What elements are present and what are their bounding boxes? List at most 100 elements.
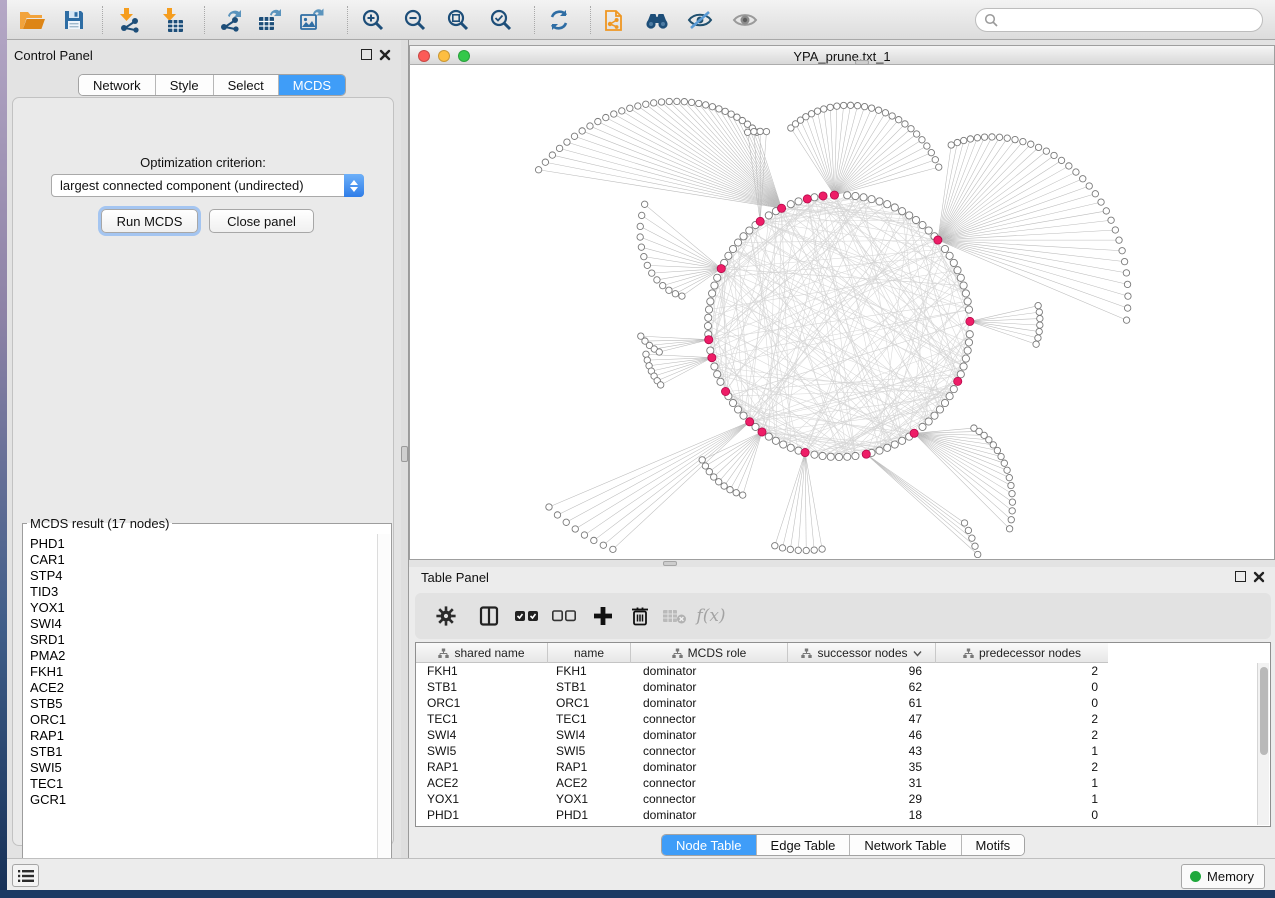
- mcds-result-list[interactable]: PHD1CAR1STP4TID3YOX1SWI4SRD1PMA2FKH1ACE2…: [24, 534, 377, 887]
- cell-predecessor-nodes[interactable]: 2: [936, 759, 1108, 775]
- cell-mcds-role[interactable]: dominator: [631, 695, 788, 711]
- cell-name[interactable]: PHD1: [548, 807, 631, 823]
- cell-name[interactable]: YOX1: [548, 791, 631, 807]
- cell-mcds-role[interactable]: connector: [631, 711, 788, 727]
- cell-mcds-role[interactable]: dominator: [631, 759, 788, 775]
- mcds-result-node[interactable]: STB5: [30, 696, 377, 712]
- show-all-eye-icon[interactable]: [727, 4, 763, 36]
- table-scrollbar[interactable]: [1257, 663, 1269, 825]
- table-row[interactable]: RAP1 RAP1 dominator 35 2: [416, 759, 1108, 775]
- cell-successor-nodes[interactable]: 47: [788, 711, 936, 727]
- cell-predecessor-nodes[interactable]: 2: [936, 711, 1108, 727]
- cell-shared-name[interactable]: RAP1: [416, 759, 548, 775]
- cell-predecessor-nodes[interactable]: 1: [936, 743, 1108, 759]
- cell-shared-name[interactable]: SWI5: [416, 743, 548, 759]
- mcds-result-node[interactable]: PMA2: [30, 648, 377, 664]
- cell-mcds-role[interactable]: dominator: [631, 663, 788, 679]
- cell-successor-nodes[interactable]: 29: [788, 791, 936, 807]
- mcds-result-node[interactable]: FKH1: [30, 664, 377, 680]
- import-network-icon[interactable]: [111, 4, 147, 36]
- mcds-result-node[interactable]: TEC1: [30, 776, 377, 792]
- cell-name[interactable]: STB1: [548, 679, 631, 695]
- cell-predecessor-nodes[interactable]: 0: [936, 807, 1108, 823]
- cell-shared-name[interactable]: FKH1: [416, 663, 548, 679]
- tab-network[interactable]: Network: [79, 75, 156, 95]
- cell-predecessor-nodes[interactable]: 1: [936, 791, 1108, 807]
- table-row[interactable]: PHD1 PHD1 dominator 18 0: [416, 807, 1108, 823]
- table-scrollbar-thumb[interactable]: [1260, 667, 1268, 755]
- column-header-predecessor-nodes[interactable]: predecessor nodes: [936, 643, 1108, 663]
- table-row[interactable]: TEC1 TEC1 connector 47 2: [416, 711, 1108, 727]
- table-settings-gear-icon[interactable]: [430, 600, 462, 632]
- column-header-name[interactable]: name: [548, 643, 631, 663]
- collapse-nub[interactable]: [855, 60, 869, 65]
- tab-select[interactable]: Select: [214, 75, 279, 95]
- criterion-dropdown[interactable]: largest connected component (undirected): [51, 174, 364, 197]
- import-table-icon[interactable]: [154, 4, 190, 36]
- cell-name[interactable]: SWI4: [548, 727, 631, 743]
- mcds-result-node[interactable]: TID3: [30, 584, 377, 600]
- cell-name[interactable]: ACE2: [548, 775, 631, 791]
- cell-shared-name[interactable]: ORC1: [416, 695, 548, 711]
- close-panel-icon[interactable]: [379, 49, 391, 61]
- cell-mcds-role[interactable]: connector: [631, 743, 788, 759]
- add-column-icon[interactable]: [587, 600, 619, 632]
- mcds-list-scrollbar[interactable]: [377, 534, 390, 887]
- column-header-mcds-role[interactable]: MCDS role: [631, 643, 788, 663]
- column-header-successor-nodes[interactable]: successor nodes: [788, 643, 936, 663]
- cell-name[interactable]: FKH1: [548, 663, 631, 679]
- mcds-result-node[interactable]: ACE2: [30, 680, 377, 696]
- table-row[interactable]: YOX1 YOX1 connector 29 1: [416, 791, 1108, 807]
- cell-name[interactable]: TEC1: [548, 711, 631, 727]
- cell-predecessor-nodes[interactable]: 0: [936, 695, 1108, 711]
- cell-shared-name[interactable]: SWI4: [416, 727, 548, 743]
- cell-mcds-role[interactable]: dominator: [631, 727, 788, 743]
- mcds-result-node[interactable]: YOX1: [30, 600, 377, 616]
- table-row[interactable]: FKH1 FKH1 dominator 96 2: [416, 663, 1108, 679]
- delete-column-icon[interactable]: [624, 600, 656, 632]
- export-image-icon[interactable]: [294, 4, 330, 36]
- float-panel-icon[interactable]: [1235, 571, 1246, 582]
- cell-successor-nodes[interactable]: 18: [788, 807, 936, 823]
- mcds-result-node[interactable]: GCR1: [30, 792, 377, 808]
- mcds-result-node[interactable]: RAP1: [30, 728, 377, 744]
- tab-mcds[interactable]: MCDS: [279, 75, 345, 95]
- mcds-result-node[interactable]: SRD1: [30, 632, 377, 648]
- show-columns-icon[interactable]: [473, 600, 505, 632]
- cell-successor-nodes[interactable]: 62: [788, 679, 936, 695]
- zoom-fit-icon[interactable]: [440, 4, 476, 36]
- task-history-button[interactable]: [12, 864, 39, 887]
- open-session-icon[interactable]: [14, 4, 50, 36]
- table-row[interactable]: ORC1 ORC1 dominator 61 0: [416, 695, 1108, 711]
- global-search-field[interactable]: [975, 8, 1263, 32]
- cell-successor-nodes[interactable]: 31: [788, 775, 936, 791]
- cell-mcds-role[interactable]: connector: [631, 791, 788, 807]
- tab-network-table[interactable]: Network Table: [850, 835, 961, 855]
- cell-predecessor-nodes[interactable]: 2: [936, 663, 1108, 679]
- cell-shared-name[interactable]: TEC1: [416, 711, 548, 727]
- cell-shared-name[interactable]: PHD1: [416, 807, 548, 823]
- mcds-result-node[interactable]: STB1: [30, 744, 377, 760]
- mcds-result-node[interactable]: SWI4: [30, 616, 377, 632]
- cell-mcds-role[interactable]: dominator: [631, 807, 788, 823]
- cell-name[interactable]: SWI5: [548, 743, 631, 759]
- close-panel-icon[interactable]: [1253, 571, 1265, 583]
- export-network-icon[interactable]: [213, 4, 249, 36]
- hide-selected-eye-icon[interactable]: [682, 4, 718, 36]
- cell-shared-name[interactable]: STB1: [416, 679, 548, 695]
- new-network-doc-icon[interactable]: [597, 4, 633, 36]
- close-panel-button[interactable]: Close panel: [209, 209, 314, 233]
- search-input[interactable]: [1004, 13, 1262, 28]
- tab-edge-table[interactable]: Edge Table: [757, 835, 851, 855]
- cell-name[interactable]: ORC1: [548, 695, 631, 711]
- cell-successor-nodes[interactable]: 43: [788, 743, 936, 759]
- float-panel-icon[interactable]: [361, 49, 372, 60]
- tab-node-table[interactable]: Node Table: [662, 835, 757, 855]
- cell-mcds-role[interactable]: dominator: [631, 679, 788, 695]
- cell-successor-nodes[interactable]: 96: [788, 663, 936, 679]
- cell-name[interactable]: RAP1: [548, 759, 631, 775]
- export-table-icon[interactable]: [252, 4, 288, 36]
- select-all-checkboxes-icon[interactable]: [511, 600, 543, 632]
- memory-button[interactable]: Memory: [1181, 864, 1265, 889]
- table-row[interactable]: ACE2 ACE2 connector 31 1: [416, 775, 1108, 791]
